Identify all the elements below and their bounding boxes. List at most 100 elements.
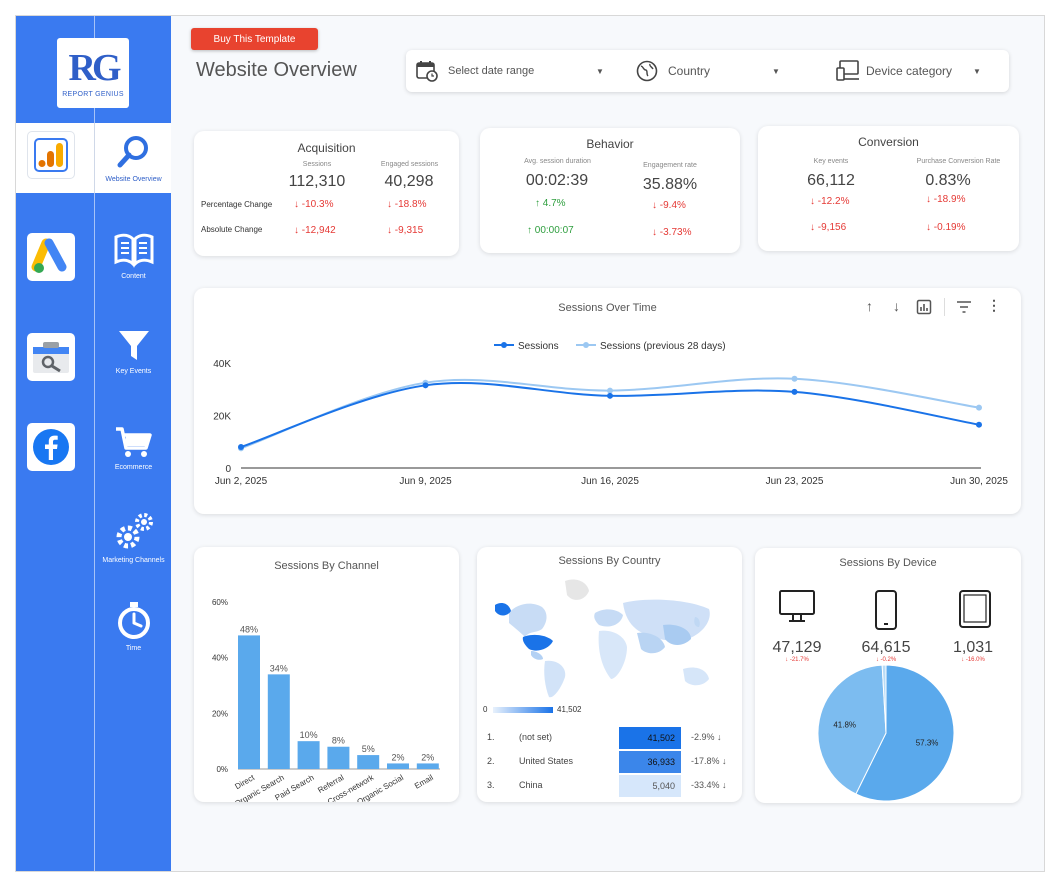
absolute-change-label: Absolute Change bbox=[201, 225, 263, 234]
device-category-label: Device category bbox=[866, 64, 953, 78]
behavior-title: Behavior bbox=[586, 137, 634, 151]
data-point bbox=[791, 375, 798, 382]
data-point bbox=[976, 404, 982, 411]
search-icon bbox=[117, 136, 148, 168]
map-alaska bbox=[495, 603, 511, 616]
nav-label: Marketing Channels bbox=[102, 557, 165, 564]
chevron-down-icon: ▼ bbox=[772, 66, 780, 76]
sessions-by-channel-card: Sessions By Channel 0% 20% 40% 60% 48% Direct… bbox=[194, 547, 459, 802]
date-range-filter[interactable]: Select date range ▼ bbox=[416, 50, 606, 92]
data-point bbox=[607, 387, 613, 394]
conversion-title: Conversion bbox=[858, 135, 919, 149]
gears-icon bbox=[116, 513, 153, 549]
map-central-america bbox=[531, 651, 543, 660]
nav-time[interactable]: Time bbox=[96, 601, 171, 652]
conversion-card: Conversion Key events Purchase Conversio… bbox=[758, 126, 1019, 251]
y-tick-label: 40% bbox=[212, 654, 228, 663]
duration-abs-change: ↑ 00:00:07 bbox=[527, 225, 574, 236]
facebook-icon bbox=[33, 429, 69, 465]
google-analytics-icon bbox=[34, 138, 68, 172]
nav-label: Ecommerce bbox=[114, 464, 153, 471]
y-tick-label: 20% bbox=[212, 709, 228, 718]
google-analytics-tile[interactable] bbox=[27, 131, 75, 179]
map-australia bbox=[683, 667, 709, 686]
country-row[interactable]: 1. (not set) 41,502 -2.9% ↓ bbox=[477, 727, 742, 749]
x-tick-label: Jun 2, 2025 bbox=[215, 476, 268, 487]
google-ads-icon bbox=[31, 238, 67, 273]
logo-letters: RG bbox=[68, 46, 122, 89]
bar bbox=[357, 755, 380, 769]
data-point bbox=[422, 382, 429, 389]
bar-value-label: 48% bbox=[240, 624, 258, 634]
engaged-abs-change: ↓ -9,315 bbox=[387, 225, 424, 236]
x-tick-label: Jun 16, 2025 bbox=[581, 476, 639, 487]
country-row[interactable]: 3. China 5,040 -33.4% ↓ bbox=[477, 775, 742, 797]
bar bbox=[238, 635, 260, 769]
sessions-by-country-card: Sessions By Country 0 41,502 1. (not set)… bbox=[477, 547, 742, 802]
bar bbox=[387, 763, 409, 769]
date-range-label: Select date range bbox=[448, 65, 535, 77]
nav-label: Key Events bbox=[115, 368, 152, 375]
country-filter[interactable]: Country ▼ bbox=[636, 50, 786, 92]
conversion-rate-abs-change: ↓ -0.19% bbox=[926, 222, 966, 233]
percentage-change-label: Percentage Change bbox=[201, 200, 273, 209]
rank: 1. bbox=[487, 732, 495, 742]
bar bbox=[297, 741, 320, 769]
legend-marker bbox=[501, 342, 507, 348]
country-value: 41,502 bbox=[619, 727, 681, 749]
country-row[interactable]: 2. United States 36,933 -17.8% ↓ bbox=[477, 751, 742, 773]
acquisition-title: Acquisition bbox=[297, 141, 356, 155]
search-console-tile[interactable] bbox=[27, 333, 75, 381]
map-north-america bbox=[509, 603, 547, 637]
country-change: -17.8% ↓ bbox=[691, 756, 727, 766]
calendar-clock-icon bbox=[416, 61, 438, 82]
country-change: -2.9% ↓ bbox=[691, 732, 722, 742]
value: -9,315 bbox=[394, 225, 424, 236]
nav-key-events[interactable]: Key Events bbox=[96, 328, 171, 375]
rank: 3. bbox=[487, 780, 495, 790]
device-category-filter[interactable]: Device category ▼ bbox=[836, 50, 996, 92]
google-ads-tile[interactable] bbox=[27, 233, 75, 281]
x-tick-label: Jun 9, 2025 bbox=[399, 476, 452, 487]
color-scale-bar bbox=[493, 707, 553, 713]
value: 00:00:07 bbox=[534, 225, 574, 236]
nav-label: Time bbox=[125, 645, 142, 652]
category-label: Email bbox=[413, 773, 435, 791]
scale-max: 41,502 bbox=[557, 705, 582, 714]
engagement-rate-value: 35.88% bbox=[642, 176, 698, 193]
buy-template-button[interactable]: Buy This Template bbox=[191, 28, 318, 50]
y-tick-label: 40K bbox=[213, 359, 231, 370]
report-genius-logo[interactable]: RG REPORT GENIUS bbox=[57, 38, 129, 108]
engaged-sessions-value: 40,298 bbox=[384, 173, 434, 190]
pie-chart: 57.3% 41.8% bbox=[817, 664, 955, 802]
search-console-icon bbox=[33, 342, 69, 373]
nav-content[interactable]: Content bbox=[96, 231, 171, 280]
facebook-tile[interactable] bbox=[27, 423, 75, 471]
key-events-abs-change: ↓ -9,156 bbox=[810, 222, 847, 233]
bar-value-label: 34% bbox=[270, 663, 288, 673]
y-tick-label: 20K bbox=[213, 412, 231, 423]
chevron-down-icon: ▼ bbox=[973, 66, 981, 76]
nav-label: Website Overview bbox=[105, 176, 162, 183]
purchase-conversion-rate-value: 0.83% bbox=[925, 172, 971, 189]
map-south-america bbox=[544, 660, 566, 698]
conversion-rate-pct-change: ↓ -18.9% bbox=[926, 194, 966, 205]
avg-session-duration-value: 00:02:39 bbox=[525, 172, 589, 189]
value: -10.3% bbox=[301, 199, 334, 210]
engagement-pct-change: ↓ -9.4% bbox=[652, 200, 686, 211]
scale-min: 0 bbox=[483, 705, 488, 714]
nav-website-overview[interactable]: Website Overview bbox=[96, 134, 171, 183]
funnel-icon bbox=[118, 331, 149, 360]
legend-label: Sessions (previous 28 days) bbox=[600, 341, 726, 352]
bar-value-label: 2% bbox=[421, 752, 434, 762]
nav-marketing-channels[interactable]: Marketing Channels bbox=[96, 511, 171, 564]
value: -0.19% bbox=[933, 222, 966, 233]
country-name: (not set) bbox=[519, 732, 553, 742]
country-label: Country bbox=[668, 64, 711, 78]
nav-ecommerce[interactable]: Ecommerce bbox=[96, 426, 171, 471]
y-tick-label: 0 bbox=[225, 464, 231, 475]
cart-icon bbox=[115, 427, 152, 457]
y-tick-label: 0% bbox=[216, 765, 228, 774]
engaged-sessions-label: Engaged sessions bbox=[380, 161, 439, 168]
book-icon bbox=[114, 233, 153, 268]
